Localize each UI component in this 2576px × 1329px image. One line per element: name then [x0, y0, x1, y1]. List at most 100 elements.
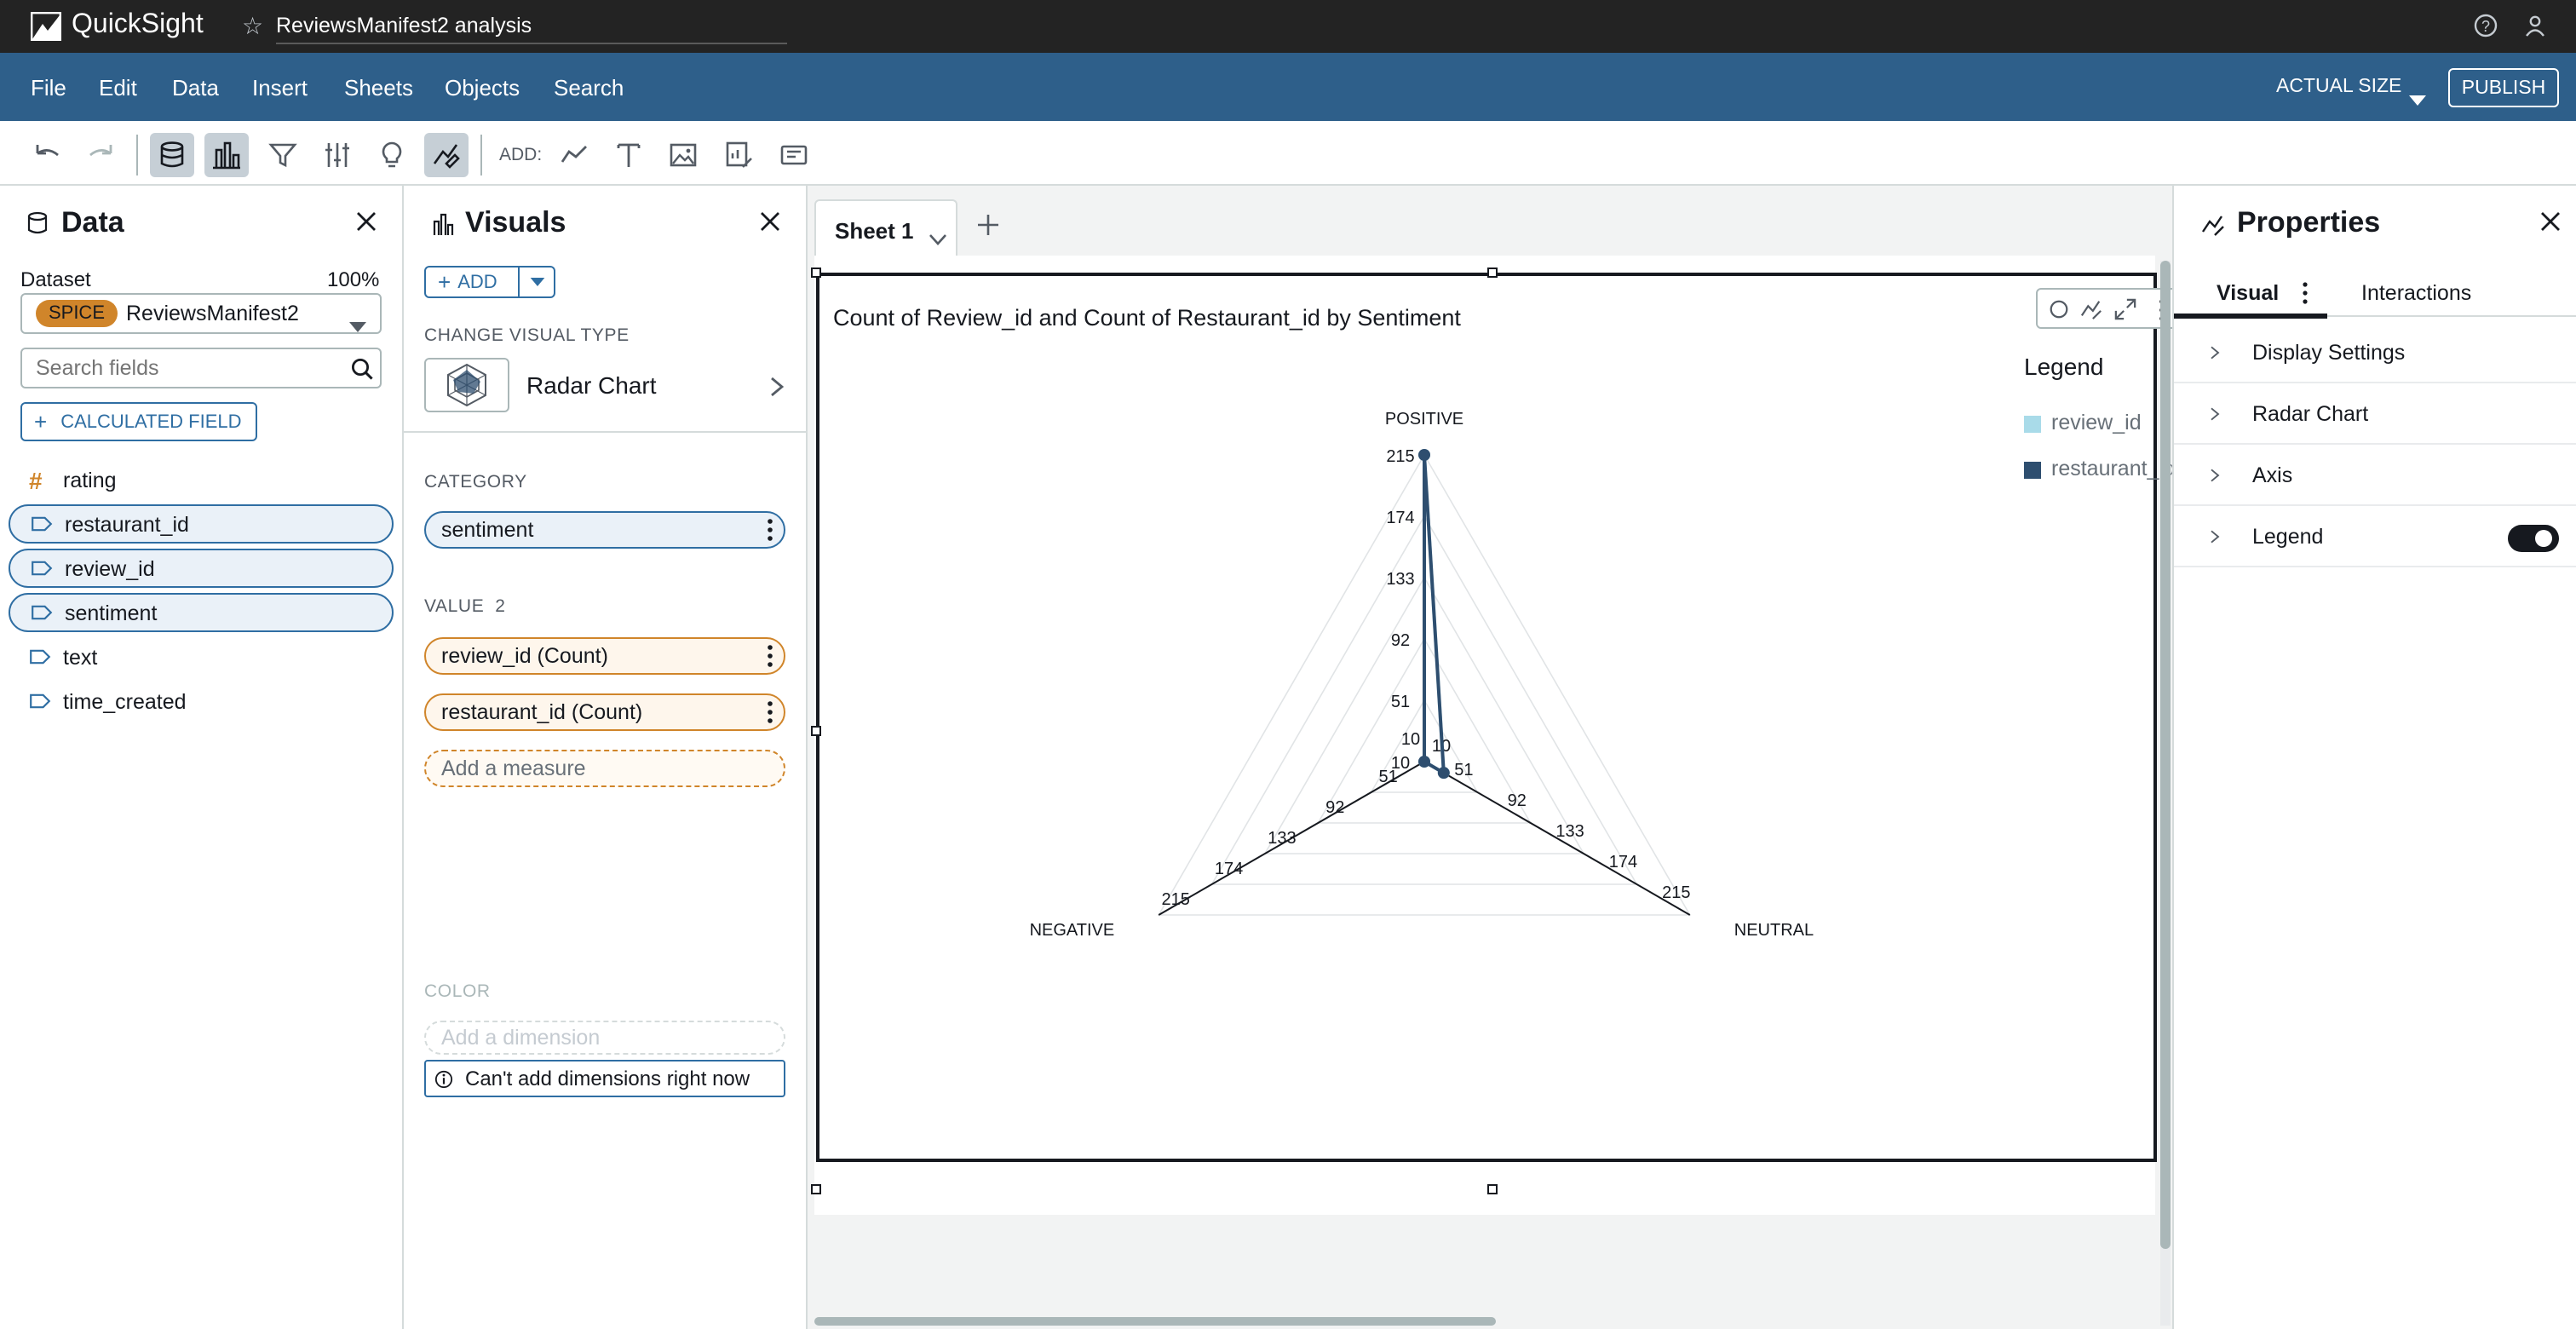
tick-label: 174 — [1609, 853, 1637, 872]
add-visual-icon[interactable] — [552, 133, 596, 177]
parameters-icon[interactable] — [315, 133, 359, 177]
section-label: Display Settings — [2252, 340, 2406, 364]
app-name[interactable]: QuickSight — [72, 10, 204, 41]
zoom-caret-icon[interactable] — [2409, 83, 2426, 106]
section-label: Radar Chart — [2252, 401, 2369, 425]
category-well[interactable]: sentiment — [424, 511, 785, 549]
menu-insert[interactable]: Insert — [252, 75, 308, 101]
properties-icon[interactable] — [424, 133, 469, 177]
horizontal-scroll-thumb[interactable] — [814, 1317, 1496, 1326]
value-well-restaurant-id[interactable]: restaurant_id (Count) — [424, 693, 785, 731]
vertical-scroll-thumb[interactable] — [2160, 261, 2171, 1249]
resize-handle[interactable] — [811, 268, 821, 278]
add-text-icon[interactable] — [607, 133, 651, 177]
close-icon[interactable] — [354, 210, 378, 233]
quicksight-logo-icon[interactable] — [30, 11, 62, 42]
add-embed-icon[interactable] — [772, 133, 816, 177]
cant-add-text: Can't add dimensions right now — [465, 1067, 750, 1090]
tick-label: 133 — [1555, 822, 1584, 841]
value-well-review-id[interactable]: review_id (Count) — [424, 637, 785, 675]
value-field: review_id (Count) — [441, 644, 608, 668]
value-label-text: VALUE — [424, 596, 485, 617]
add-image-icon[interactable] — [661, 133, 705, 177]
publish-button[interactable]: PUBLISH — [2448, 68, 2559, 107]
field-rating[interactable]: # rating — [9, 460, 394, 499]
calculated-field-label: CALCULATED FIELD — [60, 411, 242, 432]
calculated-field-button[interactable]: + CALCULATED FIELD — [20, 402, 257, 441]
toolbar-divider — [480, 135, 482, 175]
insights-icon[interactable] — [370, 133, 414, 177]
menu-sheets[interactable]: Sheets — [344, 75, 413, 101]
visuals-icon — [431, 213, 455, 237]
help-icon[interactable]: ? — [2474, 14, 2498, 37]
field-restaurant-id[interactable]: restaurant_id — [9, 504, 394, 544]
section-display-settings[interactable]: Display Settings — [2174, 322, 2576, 383]
visual-type-selector[interactable]: Radar Chart — [424, 358, 785, 412]
field-label: review_id — [65, 556, 155, 580]
menu-edit[interactable]: Edit — [99, 75, 137, 101]
section-radar-chart[interactable]: Radar Chart — [2174, 383, 2576, 445]
add-label: ADD: — [499, 145, 543, 165]
search-icon[interactable] — [351, 358, 373, 380]
category-field: sentiment — [441, 518, 534, 542]
resize-handle[interactable] — [811, 726, 821, 736]
resize-handle[interactable] — [1487, 268, 1498, 278]
field-sentiment[interactable]: sentiment — [9, 593, 394, 632]
field-label: text — [63, 645, 98, 669]
undo-icon[interactable] — [26, 133, 70, 177]
menu-data[interactable]: Data — [172, 75, 219, 101]
data-point — [1418, 756, 1430, 768]
properties-icon — [2201, 213, 2225, 237]
tab-interactions[interactable]: Interactions — [2361, 281, 2471, 305]
add-insight-icon[interactable] — [717, 133, 762, 177]
more-options-icon[interactable] — [767, 700, 773, 724]
search-input[interactable] — [24, 351, 331, 385]
more-options-icon[interactable] — [767, 518, 773, 542]
more-options-icon[interactable] — [2302, 281, 2309, 305]
add-visual-button[interactable]: + ADD — [424, 266, 520, 298]
menu-search[interactable]: Search — [554, 75, 624, 101]
visuals-icon[interactable] — [204, 133, 249, 177]
filter-icon[interactable] — [261, 133, 305, 177]
properties-panel: Properties Visual Interactions Display S… — [2172, 186, 2576, 1329]
resize-handle[interactable] — [1487, 1184, 1498, 1194]
tab-sheet-1[interactable]: Sheet 1 — [814, 199, 957, 256]
field-text[interactable]: text — [9, 637, 394, 676]
section-axis[interactable]: Axis — [2174, 445, 2576, 506]
field-time-created[interactable]: time_created — [9, 682, 394, 721]
value-count: 2 — [495, 596, 506, 617]
vertical-scrollbar[interactable] — [2160, 261, 2171, 1326]
more-options-icon[interactable] — [767, 644, 773, 668]
chevron-down-icon[interactable] — [929, 223, 947, 245]
tick-label: 215 — [1162, 890, 1190, 909]
star-icon[interactable]: ☆ — [242, 12, 263, 41]
radar-chart: 1051921331742151051921331742151051921331… — [1030, 410, 1814, 940]
menu-objects[interactable]: Objects — [445, 75, 520, 101]
add-dimension-well: Add a dimension — [424, 1021, 785, 1055]
section-legend[interactable]: Legend — [2174, 506, 2576, 567]
menu-file[interactable]: File — [31, 75, 66, 101]
chevron-down-icon — [349, 310, 366, 332]
toolbar: ADD: — [0, 121, 2576, 186]
close-icon[interactable] — [2539, 210, 2562, 233]
radar-visual[interactable]: Count of Review_id and Count of Restaura… — [816, 273, 2186, 1162]
field-review-id[interactable]: review_id — [9, 549, 394, 588]
close-icon[interactable] — [758, 210, 782, 233]
tick-label: 92 — [1508, 791, 1527, 810]
tab-visual[interactable]: Visual — [2217, 281, 2279, 305]
search-fields[interactable] — [20, 348, 382, 388]
legend-toggle[interactable] — [2508, 525, 2559, 552]
tick-label: 215 — [1386, 447, 1414, 466]
user-icon[interactable] — [2523, 14, 2547, 37]
add-sheet-icon[interactable] — [976, 213, 1000, 237]
field-label: rating — [63, 468, 117, 492]
redo-icon[interactable] — [78, 133, 123, 177]
add-visual-dropdown[interactable] — [518, 266, 555, 298]
dataset-select[interactable]: SPICE ReviewsManifest2 — [20, 293, 382, 334]
analysis-title[interactable]: ReviewsManifest2 analysis — [276, 14, 532, 37]
dimension-tag-icon — [31, 561, 55, 576]
add-measure-well[interactable]: Add a measure — [424, 750, 785, 787]
zoom-dropdown[interactable]: ACTUAL SIZE — [2276, 77, 2401, 97]
dataset-icon[interactable] — [150, 133, 194, 177]
resize-handle[interactable] — [811, 1184, 821, 1194]
